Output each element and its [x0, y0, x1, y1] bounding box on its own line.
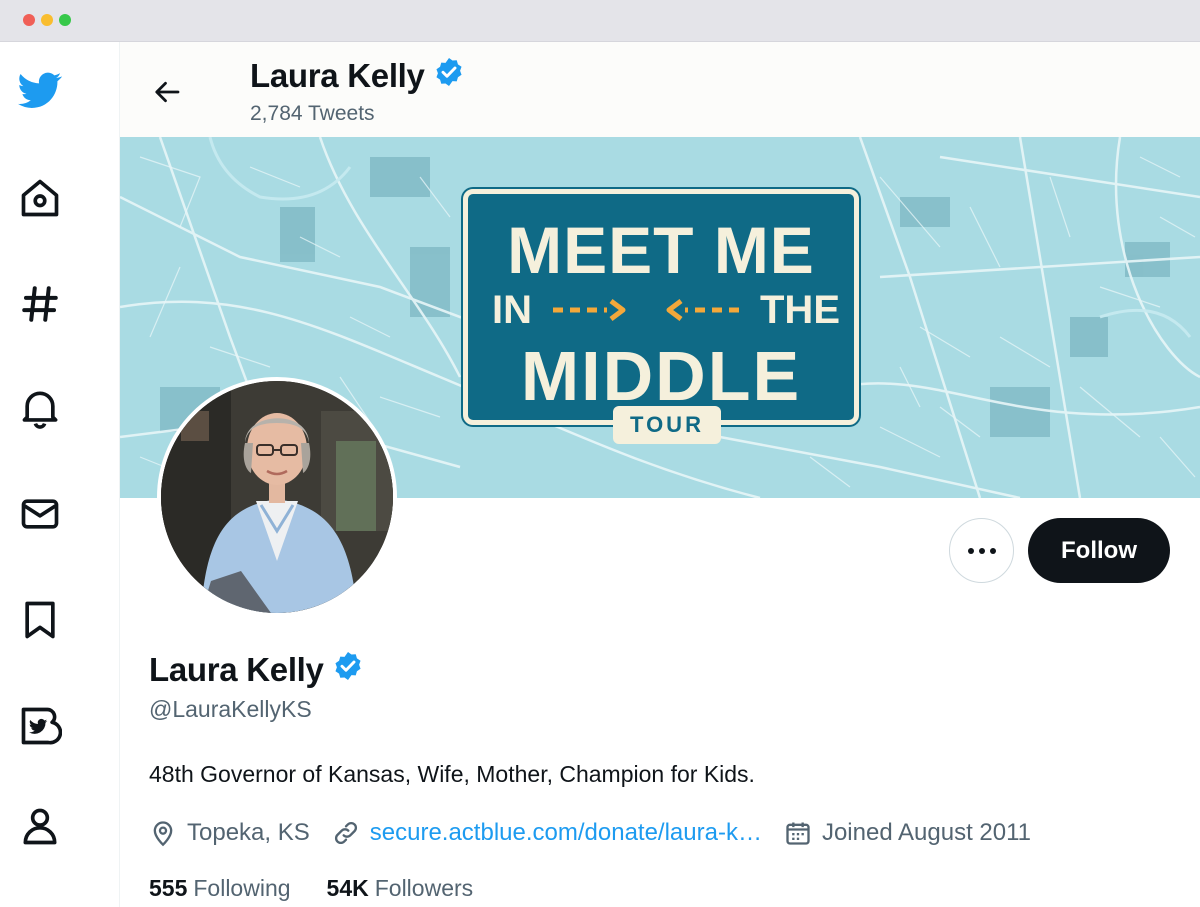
minimize-window-button[interactable]	[41, 14, 53, 26]
bookmark-icon[interactable]	[14, 594, 66, 646]
twitter-blue-icon[interactable]	[14, 700, 66, 752]
calendar-icon	[786, 822, 810, 845]
profile-meta: Topeka, KS secure.actblue.com/donate/lau…	[149, 816, 1053, 850]
close-window-button[interactable]	[23, 14, 35, 26]
sign-line-1: MEET ME	[507, 213, 815, 287]
profile-icon[interactable]	[14, 800, 66, 852]
verified-badge-icon	[332, 650, 364, 690]
avatar[interactable]	[157, 377, 397, 617]
sign-line-2-left: IN	[492, 287, 532, 332]
dashed-arrow-left-icon	[666, 299, 739, 321]
profile-main: Laura Kelly 2,784 Tweets MEET ME IN THE …	[120, 42, 1200, 907]
followers-link[interactable]: 54K Followers	[327, 875, 474, 902]
arrow-left-icon	[155, 81, 180, 103]
website-item[interactable]: secure.actblue.com/donate/laura-k…	[332, 819, 762, 847]
dashed-arrow-right-icon	[553, 299, 626, 321]
joined-item: Joined August 2011	[784, 819, 1031, 847]
profile-handle: @LauraKellyKS	[149, 696, 312, 722]
hashtag-icon[interactable]	[14, 278, 66, 330]
maximize-window-button[interactable]	[59, 14, 71, 26]
following-label: Following	[193, 875, 291, 901]
joined-text: Joined August 2011	[821, 819, 1032, 846]
sidebar-nav	[0, 42, 120, 907]
followers-label: Followers	[374, 875, 474, 901]
more-options-button[interactable]	[949, 518, 1014, 583]
avatar-photo	[161, 381, 393, 613]
more-dots-icon	[967, 547, 996, 554]
bell-icon[interactable]	[14, 382, 66, 434]
follow-button[interactable]: Follow	[1028, 518, 1170, 583]
sign-line-2: IN THE	[492, 287, 840, 332]
header-title: Laura Kelly	[250, 56, 465, 96]
header-name-text: Laura Kelly	[250, 57, 425, 94]
verified-badge-icon	[433, 56, 465, 96]
following-link[interactable]: 555 Following	[149, 875, 291, 902]
website-link[interactable]: secure.actblue.com/donate/laura-k…	[370, 819, 762, 847]
location-pin-icon	[153, 821, 173, 847]
profile-name-text: Laura Kelly	[149, 651, 324, 688]
envelope-icon[interactable]	[14, 488, 66, 540]
profile-bio: 48th Governor of Kansas, Wife, Mother, C…	[149, 761, 755, 787]
following-count: 555	[149, 875, 188, 901]
twitter-logo-icon[interactable]	[14, 64, 66, 116]
location-text: Topeka, KS	[187, 819, 310, 846]
link-icon	[334, 821, 357, 845]
sign-line-2-right: THE	[760, 287, 840, 332]
tour-sign: MEET ME IN THE MIDDLE TOUR	[463, 189, 859, 444]
sign-line-3: MIDDLE	[520, 337, 802, 415]
sign-tour-tag: TOUR	[613, 406, 721, 444]
profile-header-bar: Laura Kelly 2,784 Tweets	[120, 42, 1200, 137]
tweet-count: 2,784 Tweets	[250, 102, 375, 125]
back-button[interactable]	[142, 66, 194, 118]
profile-name: Laura Kelly	[149, 650, 364, 690]
browser-title-bar	[0, 0, 1200, 42]
home-icon[interactable]	[14, 172, 66, 224]
follow-stats: 555 Following 54K Followers	[149, 875, 509, 902]
followers-count: 54K	[326, 875, 369, 901]
sign-arrows	[551, 297, 741, 323]
location-item: Topeka, KS	[149, 819, 310, 847]
